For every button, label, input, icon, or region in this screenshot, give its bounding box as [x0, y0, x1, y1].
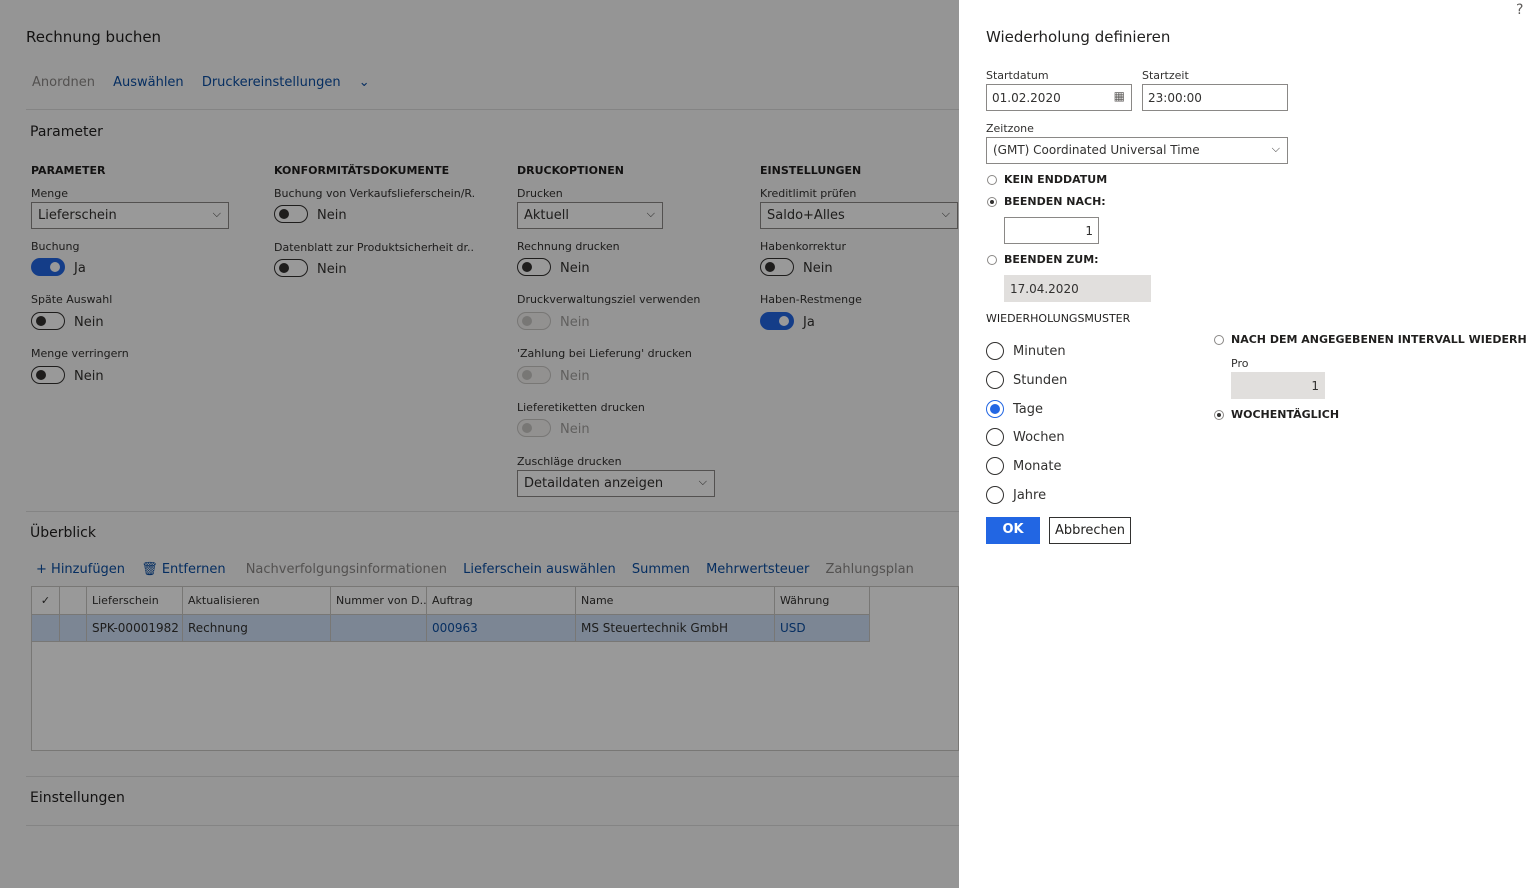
modal-overlay [0, 0, 959, 888]
startdatum-value: 01.02.2020 [992, 91, 1061, 105]
kein-enddatum-label: KEIN ENDDATUM [1004, 173, 1108, 186]
pattern-radio-wochen[interactable] [986, 428, 1004, 446]
zeitzone-label: Zeitzone [986, 122, 1034, 135]
kein-enddatum-radio[interactable] [987, 175, 997, 185]
pattern-label-stunden: Stunden [1013, 373, 1068, 388]
pattern-label-minuten: Minuten [1013, 344, 1066, 359]
weekday-radio[interactable] [1214, 410, 1224, 420]
panel-title: Wiederholung definieren [986, 28, 1171, 46]
recurrence-panel: ? Wiederholung definieren Startdatum 01.… [959, 0, 1527, 888]
beenden-nach-radio[interactable] [987, 197, 997, 207]
calendar-icon[interactable]: ▦ [1114, 89, 1125, 103]
pattern-radio-jahre[interactable] [986, 486, 1004, 504]
chevron-down-icon: ⌵ [1271, 142, 1280, 155]
startzeit-input[interactable]: 23:00:00 [1142, 84, 1288, 111]
interval-label: NACH DEM ANGEGEBENEN INTERVALL WIEDERHOL… [1231, 333, 1527, 346]
zeitzone-select[interactable]: (GMT) Coordinated Universal Time ⌵ [986, 137, 1288, 164]
beenden-nach-label: BEENDEN NACH: [1004, 195, 1106, 208]
pattern-label-wochen: Wochen [1013, 430, 1065, 445]
pattern-label-monate: Monate [1013, 459, 1062, 474]
pattern-radio-minuten[interactable] [986, 342, 1004, 360]
weekday-label: WOCHENTÄGLICH [1231, 408, 1340, 421]
beenden-zum-radio[interactable] [987, 255, 997, 265]
cancel-button[interactable]: Abbrechen [1049, 517, 1131, 544]
startzeit-label: Startzeit [1142, 69, 1189, 82]
beenden-zum-label: BEENDEN ZUM: [1004, 253, 1099, 266]
pattern-label-tage: Tage [1013, 402, 1044, 417]
startdatum-input[interactable]: 01.02.2020 ▦ [986, 84, 1132, 111]
pattern-title: WIEDERHOLUNGSMUSTER [986, 312, 1131, 325]
interval-radio[interactable] [1214, 335, 1224, 345]
pattern-label-jahre: Jahre [1013, 488, 1047, 503]
pattern-radio-monate[interactable] [986, 457, 1004, 475]
pattern-radio-tage[interactable] [986, 400, 1004, 418]
beenden-zum-input: 17.04.2020 [1004, 275, 1151, 302]
ok-button[interactable]: OK [986, 517, 1040, 544]
startdatum-label: Startdatum [986, 69, 1049, 82]
zeitzone-value: (GMT) Coordinated Universal Time [993, 143, 1200, 157]
beenden-nach-input[interactable]: 1 [1004, 217, 1099, 244]
help-icon[interactable]: ? [1516, 2, 1523, 18]
pro-input: 1 [1231, 372, 1325, 399]
pro-label: Pro [1231, 357, 1249, 370]
pattern-radio-stunden[interactable] [986, 371, 1004, 389]
